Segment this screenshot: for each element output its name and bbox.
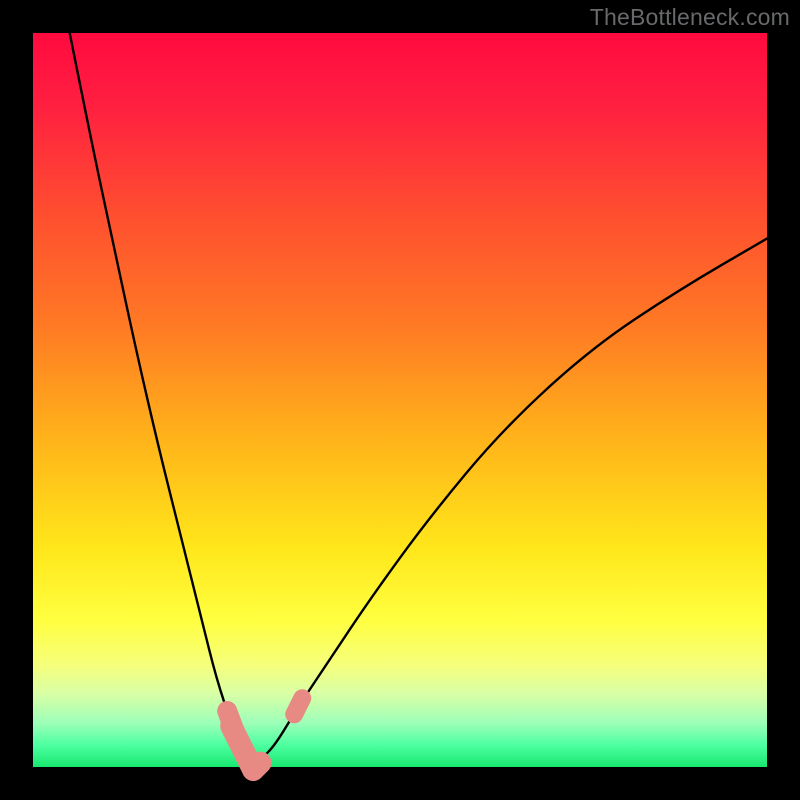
chart-stage: TheBottleneck.com: [0, 0, 800, 800]
watermark-text: TheBottleneck.com: [590, 4, 790, 31]
bottleneck-chart: [0, 0, 800, 800]
plot-background: [33, 33, 767, 767]
